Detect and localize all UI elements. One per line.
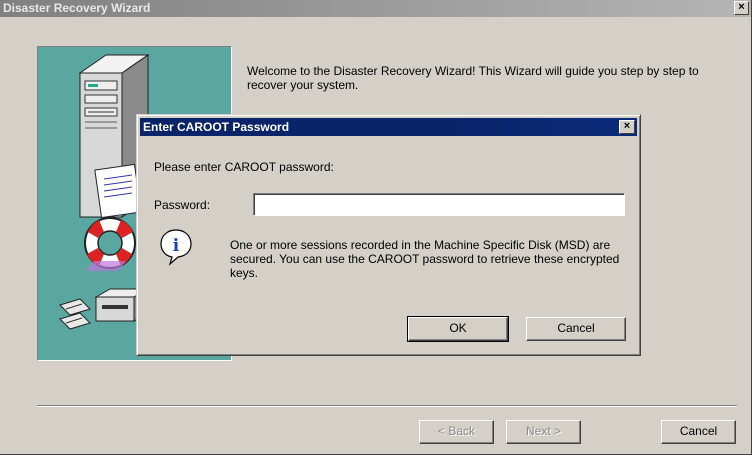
wizard-title: Disaster Recovery Wizard [3, 1, 151, 15]
dialog-prompt: Please enter CAROOT password: [154, 160, 334, 174]
wizard-close-button[interactable]: × [734, 1, 749, 15]
next-button[interactable]: Next > [506, 420, 581, 444]
close-icon: × [623, 120, 631, 132]
password-input[interactable] [253, 193, 625, 216]
password-label: Password: [154, 198, 211, 212]
close-icon: × [738, 1, 745, 13]
back-button[interactable]: < Back [419, 420, 494, 444]
ok-button-label: OK [449, 321, 467, 335]
wizard-title-bar[interactable]: Disaster Recovery Wizard × [0, 0, 751, 17]
ok-button[interactable]: OK [407, 316, 509, 342]
info-icon: i [158, 227, 194, 267]
wizard-cancel-label: Cancel [679, 424, 718, 438]
dialog-cancel-label: Cancel [557, 321, 595, 335]
disaster-recovery-wizard-window: Disaster Recovery Wizard × Welcome to th… [0, 0, 752, 455]
back-button-label: < Back [437, 424, 476, 438]
dialog-title: Enter CAROOT Password [143, 120, 290, 134]
next-button-label: Next > [525, 424, 561, 438]
dialog-close-button[interactable]: × [619, 120, 635, 134]
info-icon-glyph: i [173, 236, 180, 256]
dialog-title-bar[interactable]: Enter CAROOT Password × [140, 118, 637, 136]
dialog-cancel-button[interactable]: Cancel [526, 317, 626, 341]
drive-icon [59, 288, 150, 330]
welcome-text: Welcome to the Disaster Recovery Wizard!… [247, 64, 699, 92]
dialog-message: One or more sessions recorded in the Mac… [230, 238, 620, 280]
wizard-cancel-button[interactable]: Cancel [661, 420, 736, 444]
wizard-separator [37, 405, 737, 407]
caroot-password-dialog: Enter CAROOT Password × Please enter CAR… [136, 114, 641, 356]
